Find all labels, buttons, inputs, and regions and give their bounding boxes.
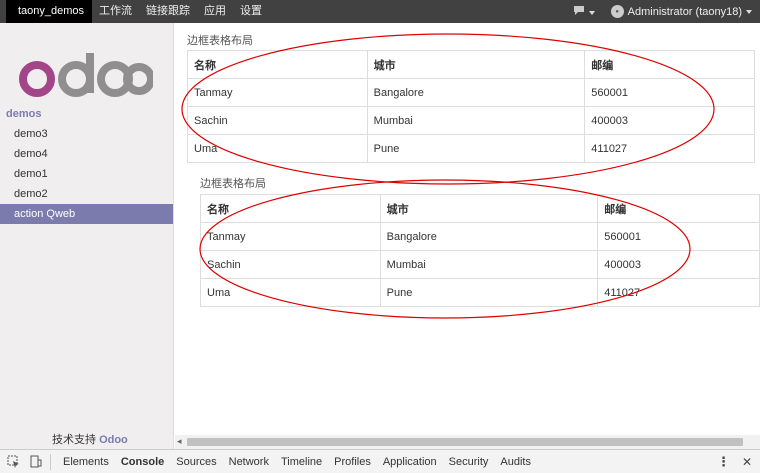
column-header-city: 城市 xyxy=(366,50,586,79)
cell-city: Pune xyxy=(366,134,586,163)
more-options-icon[interactable]: ⋮ xyxy=(717,454,730,470)
divider xyxy=(50,453,51,470)
cell-name: Uma xyxy=(187,134,368,163)
tab-elements[interactable]: Elements xyxy=(57,450,115,473)
chat-icon[interactable] xyxy=(573,5,595,19)
sidebar-section-demos: demos xyxy=(6,108,42,120)
top-right-area: ● Administrator (taony18) xyxy=(573,5,760,19)
tab-console[interactable]: Console xyxy=(115,450,170,473)
menu-item-workflow[interactable]: 工作流 xyxy=(92,0,139,23)
sidebar-item-demo2[interactable]: demo2 xyxy=(0,184,173,204)
tab-sources[interactable]: Sources xyxy=(170,450,222,473)
cell-city: Bangalore xyxy=(379,222,599,251)
devtools-toolbar: Elements Console Sources Network Timelin… xyxy=(0,449,760,473)
table2: 名称 城市 邮编 Tanmay Bangalore 560001 Sachin … xyxy=(200,194,760,307)
column-header-city: 城市 xyxy=(379,194,599,223)
scroll-left-icon[interactable]: ◂ xyxy=(177,436,182,447)
cell-city: Mumbai xyxy=(379,250,599,279)
main-content: 边框表格布局 名称 城市 邮编 Tanmay Bangalore 560001 … xyxy=(175,23,760,435)
table-row: Uma Pune 411027 xyxy=(187,134,755,163)
close-icon[interactable]: ✕ xyxy=(742,455,752,469)
tab-audits[interactable]: Audits xyxy=(494,450,537,473)
column-header-zip: 邮编 xyxy=(584,50,755,79)
cell-city: Mumbai xyxy=(366,106,586,135)
table1: 名称 城市 邮编 Tanmay Bangalore 560001 Sachin … xyxy=(187,50,755,163)
cell-name: Sachin xyxy=(200,250,381,279)
menu-item-settings[interactable]: 设置 xyxy=(233,0,269,23)
devtools-right: ⋮ ✕ xyxy=(717,454,760,470)
chevron-down-icon xyxy=(588,10,595,15)
top-navbar: taony_demos 工作流 链接跟踪 应用 设置 ● Administrat… xyxy=(0,0,760,23)
table-row: Tanmay Bangalore 560001 xyxy=(200,222,760,251)
table-row: Sachin Mumbai 400003 xyxy=(187,106,755,135)
cell-zip: 560001 xyxy=(584,78,755,107)
menu-item-link-tracking[interactable]: 链接跟踪 xyxy=(139,0,197,23)
table-row: Sachin Mumbai 400003 xyxy=(200,250,760,279)
table-header-row: 名称 城市 邮编 xyxy=(200,194,760,223)
table-row: Tanmay Bangalore 560001 xyxy=(187,78,755,107)
support-link[interactable]: Odoo xyxy=(99,434,128,446)
tab-security[interactable]: Security xyxy=(443,450,495,473)
menu-item-apps[interactable]: 应用 xyxy=(197,0,233,23)
support-footer: 技术支持 Odoo xyxy=(52,431,128,447)
horizontal-scrollbar[interactable]: ◂ xyxy=(175,435,760,449)
inspect-element-icon[interactable] xyxy=(4,453,22,471)
column-header-name: 名称 xyxy=(200,194,381,223)
table-header-row: 名称 城市 邮编 xyxy=(187,50,755,79)
top-menu: 工作流 链接跟踪 应用 设置 xyxy=(92,0,269,23)
cell-zip: 400003 xyxy=(597,250,760,279)
tab-timeline[interactable]: Timeline xyxy=(275,450,328,473)
cell-name: Tanmay xyxy=(187,78,368,107)
sidebar-item-demo4[interactable]: demo4 xyxy=(0,144,173,164)
table1-caption: 边框表格布局 xyxy=(187,35,253,47)
tab-application[interactable]: Application xyxy=(377,450,443,473)
cell-city: Bangalore xyxy=(366,78,586,107)
support-label: 技术支持 xyxy=(52,434,96,446)
avatar[interactable]: ● xyxy=(610,5,624,18)
sidebar-menu: demo3 demo4 demo1 demo2 action Qweb xyxy=(0,124,173,224)
table-row: Uma Pune 411027 xyxy=(200,278,760,307)
tab-profiles[interactable]: Profiles xyxy=(328,450,377,473)
sidebar: demos demo3 demo4 demo1 demo2 action Qwe… xyxy=(0,23,174,449)
database-name[interactable]: taony_demos xyxy=(6,0,93,23)
cell-name: Sachin xyxy=(187,106,368,135)
cell-zip: 560001 xyxy=(597,222,760,251)
sidebar-item-action-qweb[interactable]: action Qweb xyxy=(0,204,173,224)
cell-zip: 411027 xyxy=(584,134,755,163)
sidebar-item-demo1[interactable]: demo1 xyxy=(0,164,173,184)
user-menu[interactable]: Administrator (taony18) xyxy=(628,6,742,18)
devtools-tabs: Elements Console Sources Network Timelin… xyxy=(57,450,537,473)
scrollbar-thumb[interactable] xyxy=(187,438,743,446)
column-header-name: 名称 xyxy=(187,50,368,79)
device-mode-icon[interactable] xyxy=(26,453,44,471)
odoo-logo[interactable] xyxy=(18,45,153,105)
cell-city: Pune xyxy=(379,278,599,307)
cell-zip: 400003 xyxy=(584,106,755,135)
sidebar-item-demo3[interactable]: demo3 xyxy=(0,124,173,144)
cell-zip: 411027 xyxy=(597,278,760,307)
table2-caption: 边框表格布局 xyxy=(200,178,266,190)
tab-network[interactable]: Network xyxy=(223,450,275,473)
cell-name: Uma xyxy=(200,278,381,307)
chevron-down-icon[interactable] xyxy=(746,9,752,14)
column-header-zip: 邮编 xyxy=(597,194,760,223)
cell-name: Tanmay xyxy=(200,222,381,251)
